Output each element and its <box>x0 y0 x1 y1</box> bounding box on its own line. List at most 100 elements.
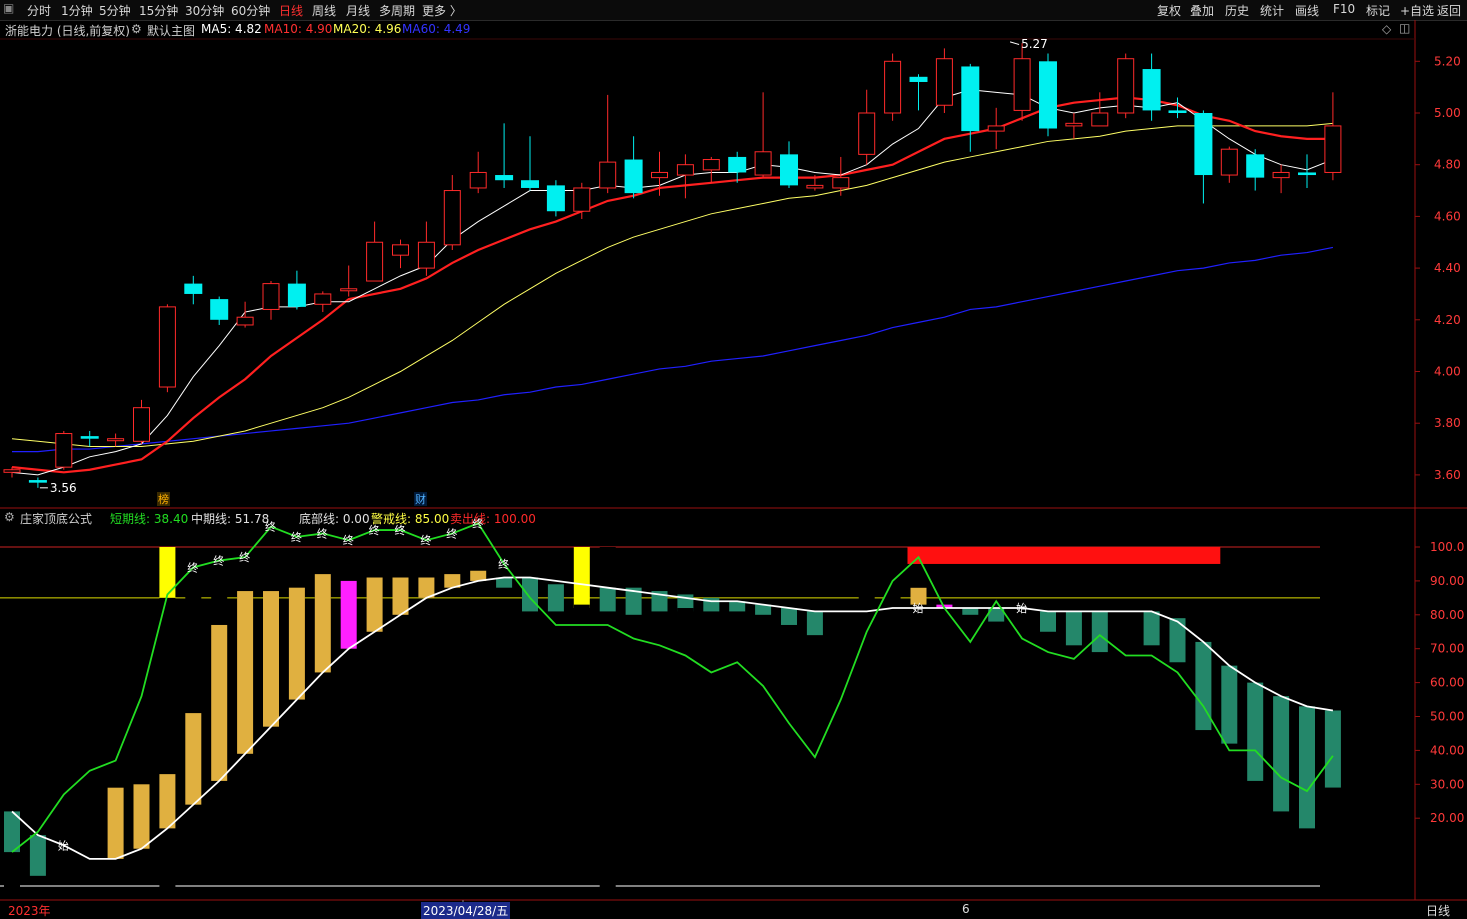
candle-up <box>236 316 254 326</box>
indicator-bar-gold <box>185 713 202 805</box>
candle-down <box>521 180 539 188</box>
sell-zone-block <box>907 547 1221 564</box>
indicator-bar-teal <box>1065 611 1082 646</box>
candle-up <box>832 177 850 189</box>
candle-up <box>676 164 694 176</box>
ma20-line <box>11 122 1333 447</box>
indicator-bar-red <box>858 591 875 636</box>
candle-up <box>884 60 902 114</box>
candle-up <box>55 433 73 468</box>
indicator-tick-label: 80.00 <box>1430 608 1464 622</box>
stock-chart[interactable]: 5.20 5.00 4.80 4.60 4.40 4.20 4.00 3.80 3.60 100.… <box>0 0 1467 919</box>
candle-down <box>28 480 47 483</box>
price-tick-label: 4.80 <box>1434 158 1461 172</box>
indicator-bar-yellow <box>159 547 176 598</box>
candle-up <box>1272 171 1290 179</box>
candle-up <box>858 112 876 155</box>
candle-down <box>1039 61 1057 129</box>
cursor-date-label: 2023/04/28/五 <box>421 902 511 919</box>
indicator-bar-gold <box>211 624 228 781</box>
candle-up <box>1117 58 1135 114</box>
candle-down <box>184 283 203 294</box>
end-label: 终 <box>472 516 483 530</box>
indicator-bar-teal <box>1040 611 1056 632</box>
end-label: 终 <box>187 560 198 574</box>
price-tick-label: 4.20 <box>1434 313 1461 327</box>
indicator-bar-red <box>832 611 849 636</box>
candle-up <box>651 171 668 179</box>
indicator-bar-gold <box>159 774 176 829</box>
indicator-bar-teal <box>522 577 538 612</box>
candle-up <box>987 125 1005 132</box>
indicator-bar-teal <box>781 608 797 625</box>
low-mark-label: 3.56 <box>50 481 77 495</box>
cai-badge: 财 <box>415 492 426 506</box>
time-axis-bar: 2023年 2023/04/28/五 6 日线 <box>0 901 1467 919</box>
end-label: 终 <box>317 526 328 540</box>
short-term-line <box>11 522 1334 853</box>
candle-up <box>158 306 176 388</box>
indicator-bar-teal <box>29 835 46 876</box>
candle-up <box>1065 122 1083 127</box>
price-tick-label: 3.60 <box>1434 468 1461 482</box>
high-pointer <box>1009 41 1020 45</box>
end-label: 终 <box>343 533 354 547</box>
candle-down <box>80 436 99 439</box>
candle-up <box>340 288 358 292</box>
indicator-bar-red <box>677 608 694 615</box>
candle-up <box>3 469 21 473</box>
candle-up <box>935 58 953 106</box>
candle-up <box>392 244 409 256</box>
candle-down <box>728 156 747 173</box>
indicator-bar-teal <box>1221 665 1238 744</box>
indicator-bar-gold <box>263 591 279 727</box>
indicator-bar-red <box>55 784 72 876</box>
indicator-tick-label: 100.0 <box>1430 540 1464 554</box>
start-label: 始 <box>913 601 924 615</box>
candle-up <box>573 187 591 212</box>
period-label[interactable]: 日线 <box>1426 902 1450 919</box>
candle-up <box>1013 58 1031 111</box>
indicator-bar-teal <box>1169 618 1186 663</box>
candle-up <box>133 407 150 442</box>
indicator-tick-label: 20.00 <box>1430 811 1464 825</box>
end-label: 终 <box>239 550 250 564</box>
candle-down <box>1168 110 1187 113</box>
indicator-tick-label: 30.00 <box>1430 777 1464 791</box>
year-label: 2023年 <box>8 904 51 918</box>
price-tick-label: 5.20 <box>1434 54 1461 68</box>
indicator-bar-teal <box>962 608 979 615</box>
candle-down <box>1246 154 1265 178</box>
month-label: 6 <box>962 902 970 916</box>
candle-down <box>210 299 229 320</box>
candle-down <box>624 159 643 194</box>
candle-down <box>909 76 928 82</box>
candle-down <box>495 175 514 181</box>
candle-down <box>546 185 565 212</box>
indicator-bar-teal <box>1299 706 1315 829</box>
end-label: 终 <box>395 523 406 537</box>
start-label: 始 <box>58 838 69 852</box>
candle-up <box>1091 112 1109 127</box>
start-label: 始 <box>1016 601 1027 615</box>
candle-up <box>443 190 461 246</box>
price-tick-label: 3.80 <box>1434 416 1461 430</box>
candle-up <box>366 241 384 282</box>
indicator-bar-teal <box>806 611 823 636</box>
indicator-bar-red <box>1117 611 1134 646</box>
mid-term-line <box>11 576 1334 860</box>
candle-down <box>287 283 306 307</box>
indicator-bar-red <box>573 604 590 612</box>
candle-up <box>314 293 332 305</box>
candle-up <box>702 159 720 171</box>
indicator-bar-gold <box>237 591 254 754</box>
indicator-bar-gold <box>288 587 305 700</box>
indicator-bar-gold <box>107 787 124 859</box>
end-label: 终 <box>265 520 276 534</box>
end-label: 终 <box>446 526 457 540</box>
candle-up <box>1324 125 1342 173</box>
indicator-bar-teal <box>1273 696 1290 812</box>
indicator-bar-gold <box>366 577 383 632</box>
candle-down <box>961 66 980 132</box>
high-mark-label: 5.27 <box>1021 37 1048 51</box>
